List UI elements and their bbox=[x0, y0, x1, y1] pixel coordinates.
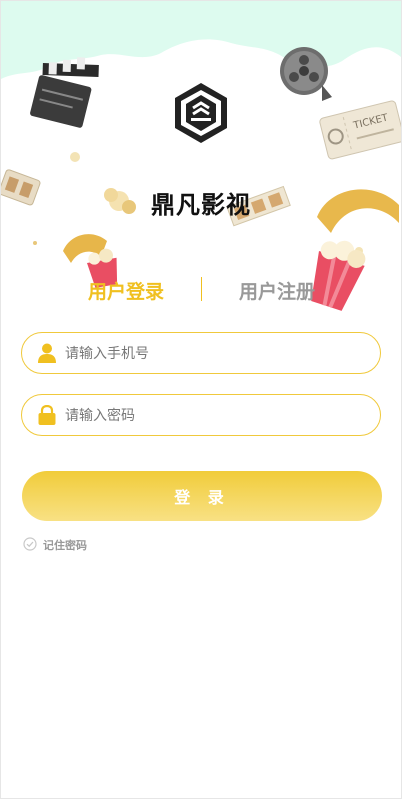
login-screen: TICKET 鼎凡影视 用户登录 用户注册 请输入手机号 登 录 记住密码 bbox=[0, 0, 402, 799]
app-logo-icon bbox=[175, 83, 227, 143]
tab-divider bbox=[201, 277, 202, 301]
auth-tabs: 用户登录 用户注册 bbox=[1, 277, 401, 307]
phone-field[interactable] bbox=[21, 332, 381, 375]
phone-input[interactable] bbox=[63, 333, 367, 375]
remember-password-label: 记住密码 bbox=[43, 539, 87, 552]
tab-login[interactable]: 用户登录 bbox=[56, 277, 196, 304]
check-circle-icon[interactable] bbox=[23, 537, 37, 551]
login-button[interactable]: 登 录 bbox=[22, 471, 382, 521]
ticket-icon: TICKET bbox=[319, 100, 401, 160]
password-input[interactable] bbox=[63, 395, 367, 437]
tab-register[interactable]: 用户注册 bbox=[207, 277, 347, 304]
hero-decoration: TICKET bbox=[1, 1, 401, 311]
app-title: 鼎凡影视 bbox=[151, 191, 251, 219]
user-icon bbox=[38, 343, 56, 363]
lock-icon bbox=[38, 405, 56, 425]
password-field[interactable] bbox=[21, 394, 381, 437]
